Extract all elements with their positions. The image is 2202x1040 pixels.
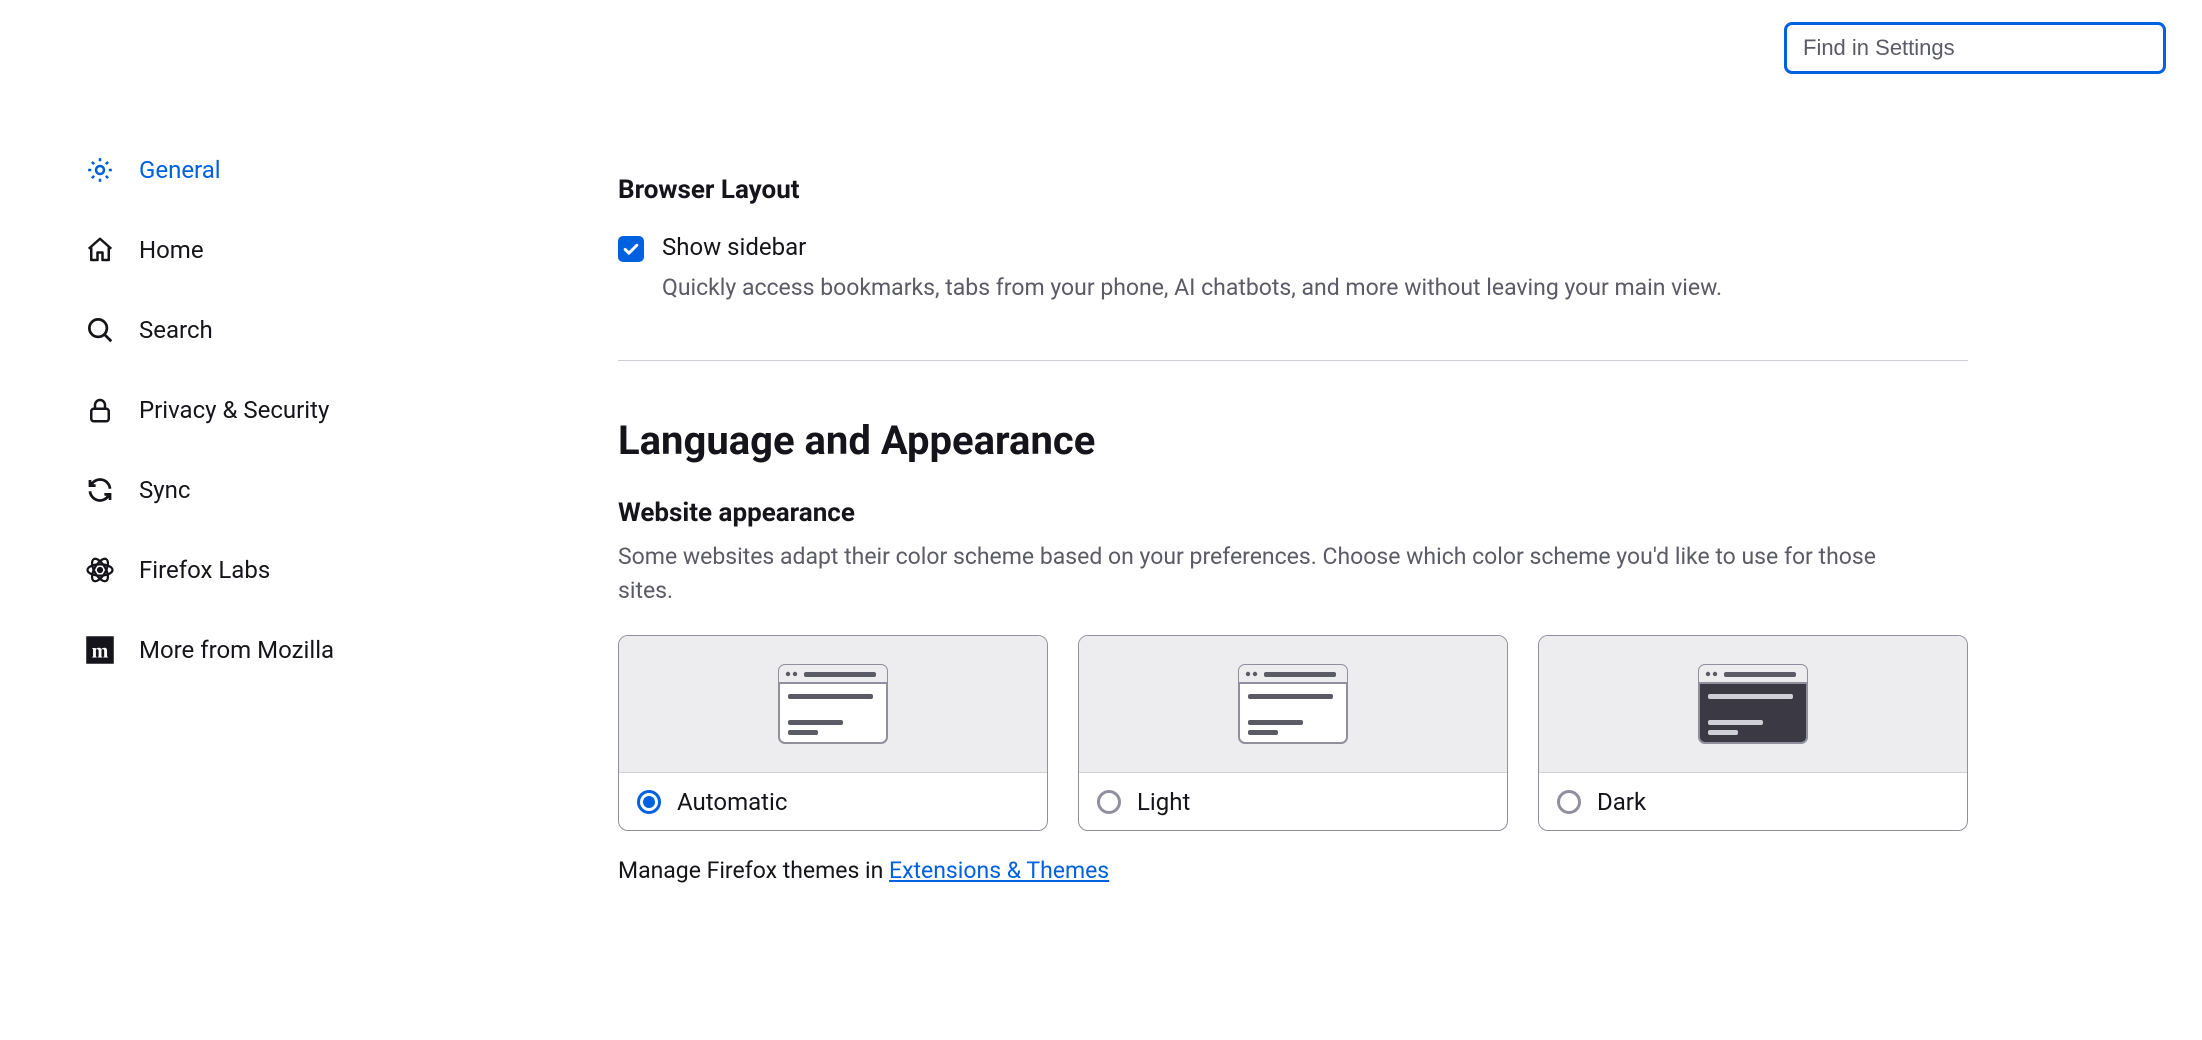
radio-automatic[interactable]: [637, 790, 661, 814]
radio-light[interactable]: [1097, 790, 1121, 814]
sidebar-item-label: More from Mozilla: [139, 636, 334, 664]
sidebar-item-label: Privacy & Security: [139, 396, 329, 424]
appearance-option-label: Dark: [1597, 788, 1646, 816]
appearance-preview-light: [1079, 636, 1507, 772]
sidebar-item-label: Home: [139, 236, 204, 264]
sidebar-item-mozilla[interactable]: m More from Mozilla: [85, 635, 334, 665]
check-icon: [621, 239, 641, 259]
appearance-option-dark[interactable]: Dark: [1538, 635, 1968, 831]
sidebar-item-privacy[interactable]: Privacy & Security: [85, 395, 334, 425]
themes-line: Manage Firefox themes in Extensions & Th…: [618, 857, 1968, 884]
sidebar-item-label: General: [139, 156, 221, 184]
show-sidebar-checkbox[interactable]: [618, 236, 644, 262]
website-appearance-description: Some websites adapt their color scheme b…: [618, 540, 1878, 607]
show-sidebar-label: Show sidebar: [662, 233, 1722, 261]
svg-text:m: m: [92, 641, 109, 663]
section-divider: [618, 360, 1968, 361]
show-sidebar-description: Quickly access bookmarks, tabs from your…: [662, 271, 1722, 304]
appearance-option-light[interactable]: Light: [1078, 635, 1508, 831]
sidebar-item-sync[interactable]: Sync: [85, 475, 334, 505]
atom-icon: [85, 555, 115, 585]
sidebar-item-labs[interactable]: Firefox Labs: [85, 555, 334, 585]
home-icon: [85, 235, 115, 265]
settings-sidebar: General Home Search Privacy & Security: [85, 155, 334, 665]
settings-main: Browser Layout Show sidebar Quickly acce…: [618, 175, 1968, 884]
mozilla-icon: m: [85, 635, 115, 665]
appearance-preview-automatic: [619, 636, 1047, 772]
appearance-option-label: Light: [1137, 788, 1190, 816]
extensions-themes-link[interactable]: Extensions & Themes: [889, 857, 1109, 884]
appearance-option-automatic[interactable]: Automatic: [618, 635, 1048, 831]
appearance-option-label: Automatic: [677, 788, 787, 816]
appearance-preview-dark: [1539, 636, 1967, 772]
sidebar-item-search[interactable]: Search: [85, 315, 334, 345]
sidebar-item-home[interactable]: Home: [85, 235, 334, 265]
search-icon: [85, 315, 115, 345]
website-appearance-heading: Website appearance: [618, 498, 1968, 528]
sidebar-item-label: Search: [139, 316, 213, 344]
gear-icon: [85, 155, 115, 185]
sidebar-item-general[interactable]: General: [85, 155, 334, 185]
sidebar-item-label: Sync: [139, 476, 190, 504]
radio-dark[interactable]: [1557, 790, 1581, 814]
lock-icon: [85, 395, 115, 425]
sidebar-item-label: Firefox Labs: [139, 556, 270, 584]
language-appearance-heading: Language and Appearance: [618, 417, 1968, 464]
themes-prefix: Manage Firefox themes in: [618, 857, 889, 884]
search-input[interactable]: [1784, 22, 2166, 74]
browser-layout-heading: Browser Layout: [618, 175, 1968, 205]
sync-icon: [85, 475, 115, 505]
